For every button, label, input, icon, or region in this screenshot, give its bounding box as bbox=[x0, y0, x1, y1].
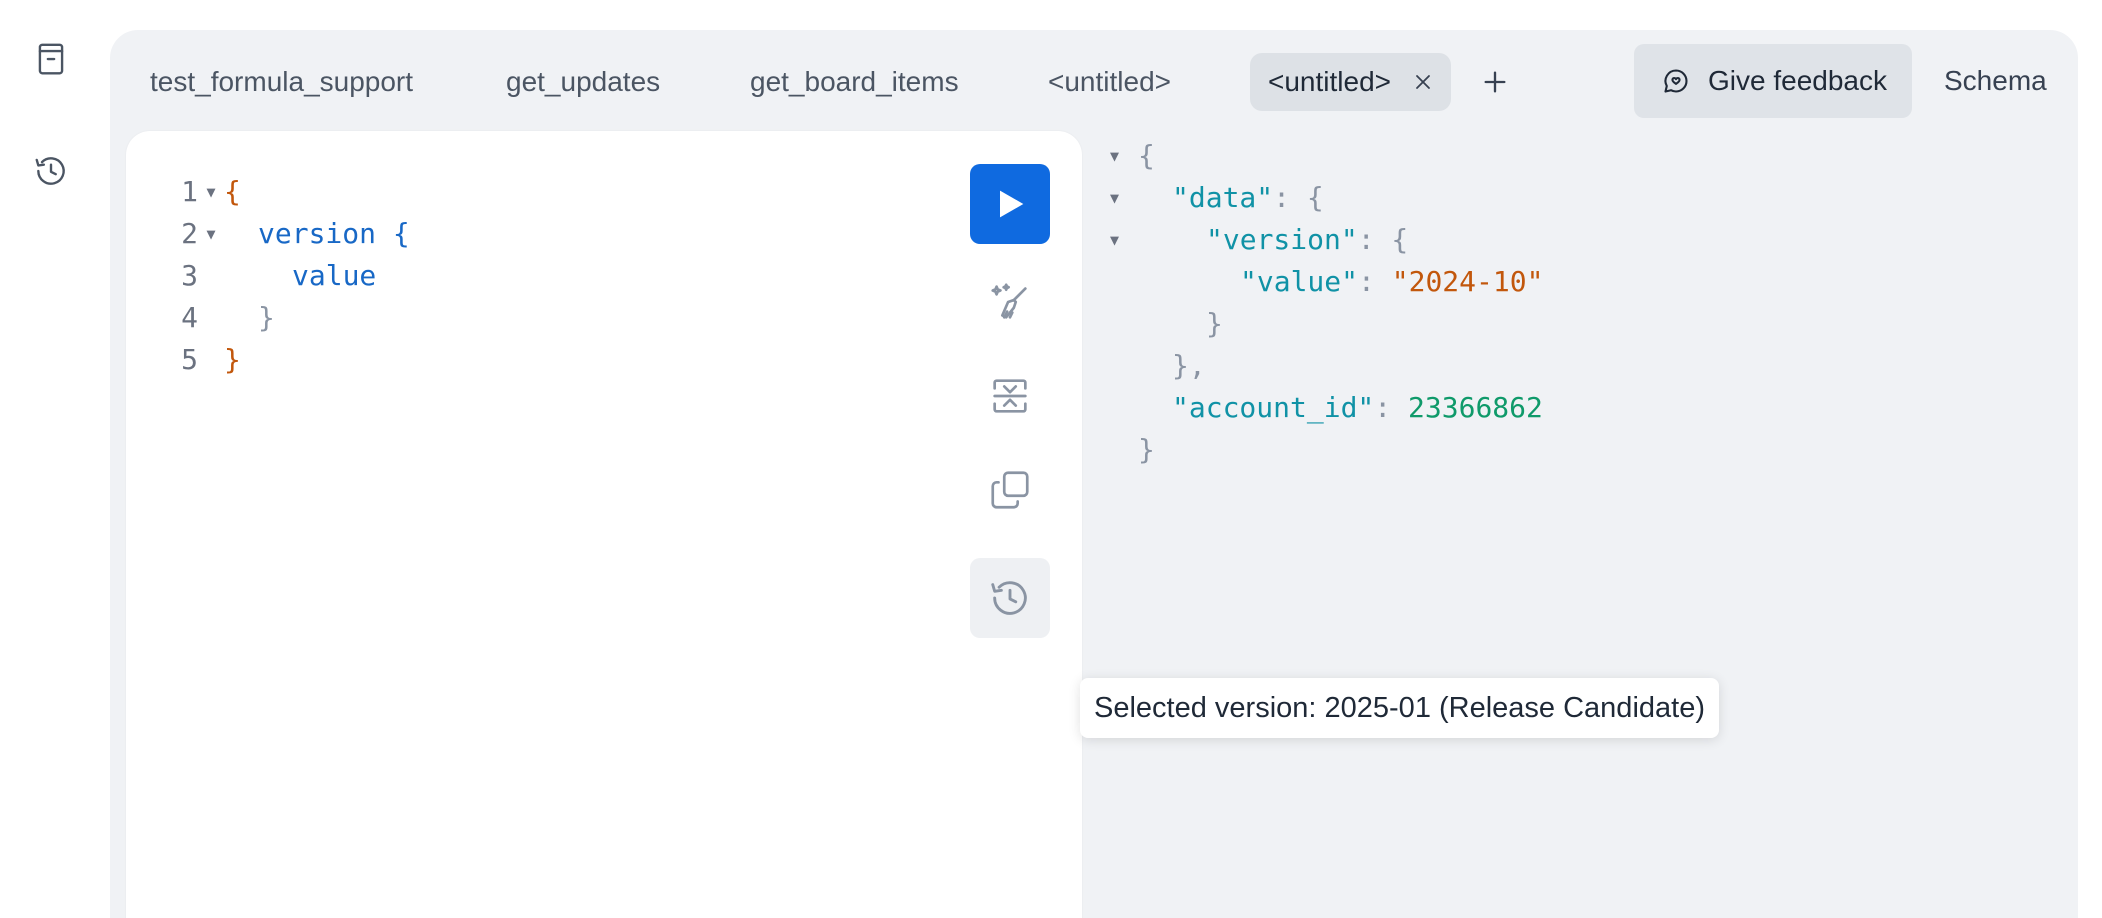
result-viewer: ▼{ ▼ "data": { ▼ "version": { "value": "20… bbox=[1110, 135, 1543, 471]
play-icon bbox=[1000, 190, 1024, 218]
prettify-button[interactable] bbox=[970, 262, 1050, 342]
fold-arrow-icon[interactable]: ▼ bbox=[1110, 135, 1138, 177]
schema-tab[interactable]: Schema bbox=[1944, 44, 2047, 118]
tab-untitled-1[interactable]: <untitled> bbox=[1048, 53, 1171, 111]
fold-arrow-icon[interactable]: ▼ bbox=[1110, 219, 1138, 261]
tooltip-text: Selected version: 2025-01 (Release Candi… bbox=[1094, 691, 1705, 724]
tab-get-board-items[interactable]: get_board_items bbox=[750, 53, 959, 111]
result-line: ▼ "data": { bbox=[1110, 177, 1543, 219]
code-line: 2 ▼ version { bbox=[176, 213, 410, 255]
code-text: } bbox=[258, 301, 275, 334]
tab-get-updates[interactable]: get_updates bbox=[506, 53, 660, 111]
result-line: "value": "2024-10" bbox=[1110, 261, 1543, 303]
history-icon bbox=[35, 157, 65, 185]
chat-icon bbox=[1664, 69, 1688, 93]
line-number: 4 bbox=[181, 301, 198, 334]
close-icon[interactable] bbox=[1413, 72, 1433, 92]
fold-arrow-icon[interactable]: ▼ bbox=[1110, 177, 1138, 219]
code-line: 4} bbox=[176, 297, 410, 339]
result-line: ▼{ bbox=[1110, 135, 1543, 177]
tab-label: <untitled> bbox=[1048, 66, 1171, 97]
merge-fragments-button[interactable] bbox=[970, 356, 1050, 436]
json-key: "data" bbox=[1172, 181, 1274, 214]
plus-icon bbox=[1484, 71, 1506, 93]
tab-label: get_updates bbox=[506, 66, 661, 97]
json-key: "version" bbox=[1206, 223, 1358, 256]
run-query-button[interactable] bbox=[970, 164, 1050, 244]
copy-icon bbox=[991, 471, 1029, 509]
version-tooltip: Selected version: 2025-01 (Release Candi… bbox=[1080, 678, 1719, 738]
tab-label: test_formula_support bbox=[150, 66, 414, 97]
code-text: value bbox=[292, 259, 377, 292]
json-string-value: "2024-10" bbox=[1391, 265, 1544, 298]
main-panel: test_formula_support get_updates get_boa… bbox=[110, 30, 2078, 918]
fold-arrow-icon[interactable]: ▼ bbox=[198, 213, 224, 255]
tab-test-formula-support[interactable]: test_formula_support bbox=[150, 53, 413, 111]
tab-label: get_board_items bbox=[750, 66, 959, 97]
code-text: { bbox=[224, 175, 241, 208]
result-line: } bbox=[1138, 433, 1155, 466]
line-number: 2 bbox=[181, 217, 198, 250]
fold-arrow-icon[interactable]: ▼ bbox=[198, 171, 224, 213]
code-line: 5} bbox=[176, 339, 410, 381]
tab-untitled-active[interactable]: <untitled> bbox=[1250, 53, 1451, 111]
copy-query-button[interactable] bbox=[970, 450, 1050, 530]
merge-icon bbox=[993, 379, 1027, 413]
give-feedback-label: Give feedback bbox=[1708, 65, 1887, 96]
code-line: 3 value bbox=[176, 255, 410, 297]
add-tab-button[interactable] bbox=[1475, 62, 1515, 102]
history-icon bbox=[991, 581, 1027, 615]
line-number: 3 bbox=[181, 259, 198, 292]
result-line: "account_id": 23366862 bbox=[1110, 387, 1543, 429]
history-button[interactable] bbox=[26, 146, 76, 196]
version-history-button[interactable] bbox=[970, 558, 1050, 638]
document-icon bbox=[38, 43, 64, 75]
schema-label: Schema bbox=[1944, 65, 2047, 96]
documents-button[interactable] bbox=[26, 34, 76, 84]
query-editor[interactable]: 1 ▼{ 2 ▼ version { 3 value 4} 5} bbox=[126, 131, 1082, 918]
result-line: ▼ "version": { bbox=[1110, 219, 1543, 261]
line-number: 1 bbox=[181, 175, 198, 208]
result-line: } bbox=[1206, 307, 1223, 340]
tab-label: <untitled> bbox=[1268, 66, 1391, 97]
result-line: }, bbox=[1172, 349, 1206, 382]
code-line: 1 ▼{ bbox=[176, 171, 410, 213]
json-key: "value" bbox=[1240, 265, 1359, 298]
json-key: "account_id" bbox=[1172, 391, 1375, 424]
give-feedback-button[interactable]: Give feedback bbox=[1634, 44, 1912, 118]
line-number: 5 bbox=[181, 343, 198, 376]
json-number-value: 23366862 bbox=[1408, 391, 1543, 424]
prettify-icon bbox=[991, 283, 1027, 319]
code-text: } bbox=[224, 343, 241, 376]
left-rail bbox=[0, 0, 110, 918]
code-text: version { bbox=[258, 217, 410, 250]
code-lines: 1 ▼{ 2 ▼ version { 3 value 4} 5} bbox=[176, 171, 410, 381]
